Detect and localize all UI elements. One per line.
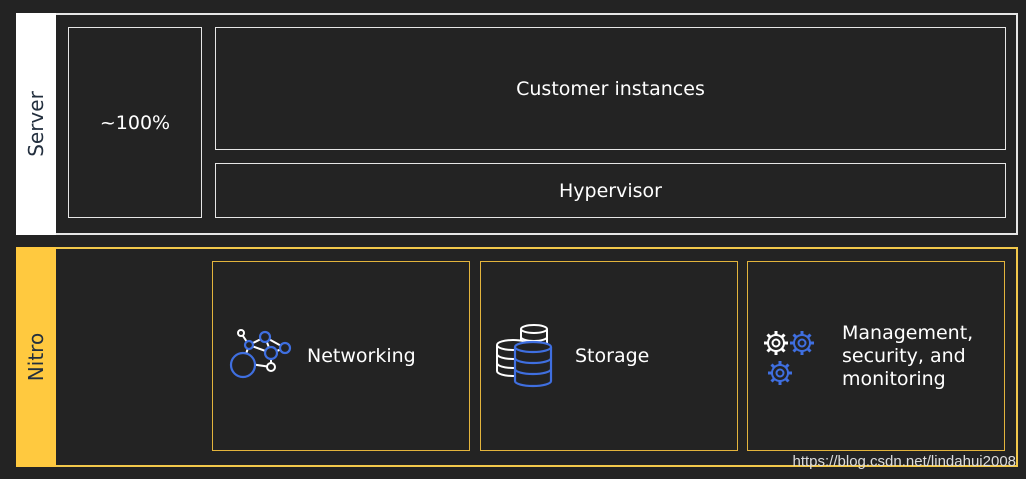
nitro-tab: Nitro (16, 247, 56, 467)
networking-label: Networking (307, 344, 416, 367)
gears-icon (762, 323, 828, 389)
management-card: Management, security, and monitoring (747, 261, 1005, 451)
utilization-box: ~100% (68, 27, 202, 218)
customer-instances-box: Customer instances (215, 27, 1006, 150)
customer-instances-label: Customer instances (516, 77, 705, 100)
storage-card: Storage (480, 261, 738, 451)
hypervisor-label: Hypervisor (559, 179, 662, 202)
database-stack-icon (495, 323, 561, 389)
utilization-percent: ~100% (99, 111, 171, 134)
nitro-label: Nitro (24, 332, 48, 382)
server-tab: Server (16, 13, 56, 235)
storage-label: Storage (575, 344, 650, 367)
network-graph-icon (227, 323, 293, 389)
networking-card: Networking (212, 261, 470, 451)
hypervisor-box: Hypervisor (215, 163, 1006, 218)
watermark: https://blog.csdn.net/lindahui2008 (792, 453, 1017, 470)
server-label: Server (24, 91, 48, 157)
management-label: Management, security, and monitoring (842, 321, 974, 390)
